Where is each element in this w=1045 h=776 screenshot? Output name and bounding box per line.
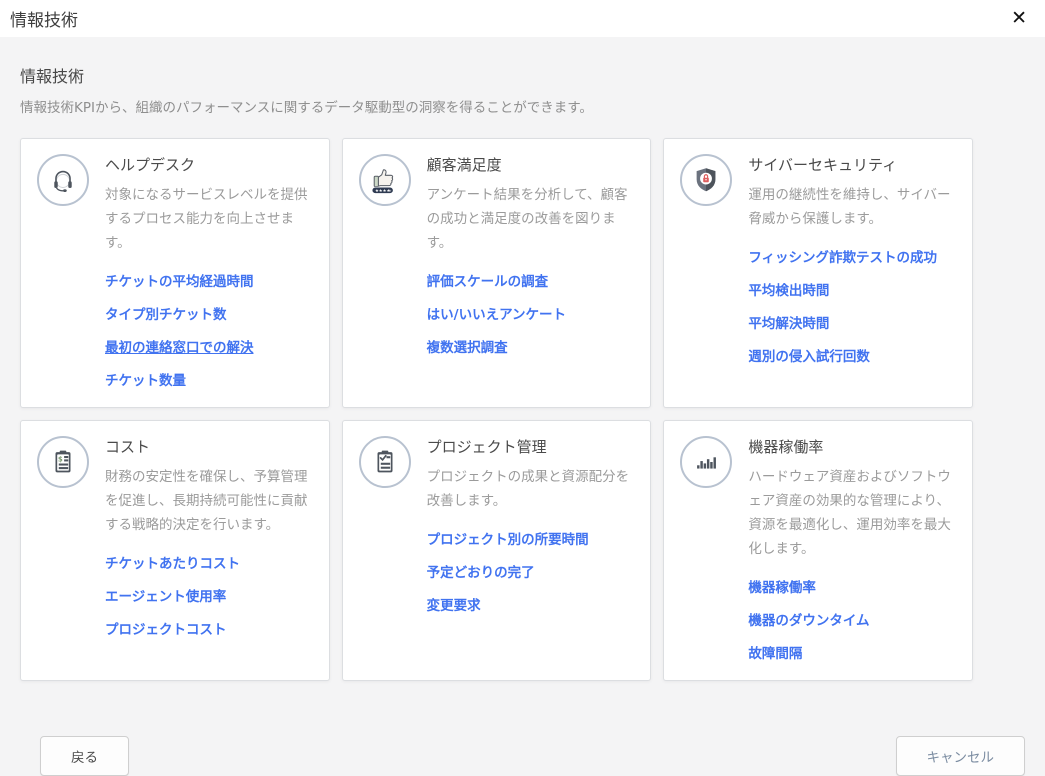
link-rating-scale-survey[interactable]: 評価スケールの調査	[427, 270, 635, 290]
link-tickets-by-type[interactable]: タイプ別チケット数	[105, 303, 313, 323]
card-link-list: プロジェクト別の所要時間 予定どおりの完了 変更要求	[427, 528, 635, 616]
cancel-button[interactable]: キャンセル	[896, 736, 1026, 776]
card-title: サイバーセキュリティ	[748, 154, 956, 175]
bar-chart-icon	[680, 436, 732, 488]
dialog-title: 情報技術	[10, 6, 78, 31]
link-time-between-failures[interactable]: 故障間隔	[748, 642, 956, 662]
link-mean-time-to-detect[interactable]: 平均検出時間	[748, 279, 956, 299]
back-button[interactable]: 戻る	[40, 736, 129, 776]
link-ticket-volume[interactable]: チケット数量	[105, 369, 313, 389]
link-intrusion-attempts-weekly[interactable]: 週別の侵入試行回数	[748, 345, 956, 365]
card-help-desk: ヘルプデスク 対象になるサービスレベルを提供するプロセス能力を向上させます。 チ…	[20, 138, 330, 408]
card-link-list: チケットの平均経過時間 タイプ別チケット数 最初の連絡窓口での解決 チケット数量	[105, 270, 313, 391]
card-title: ヘルプデスク	[105, 154, 313, 175]
link-project-cost[interactable]: プロジェクトコスト	[105, 618, 313, 638]
card-equipment-utilization: 機器稼働率 ハードウェア資産およびソフトウェア資産の効果的な管理により、資源を最…	[663, 420, 973, 681]
shield-lock-icon	[680, 154, 732, 206]
card-project-management: プロジェクト管理 プロジェクトの成果と資源配分を改善します。 プロジェクト別の所…	[342, 420, 652, 681]
card-link-list: フィッシング詐欺テストの成功 平均検出時間 平均解決時間 週別の侵入試行回数	[748, 246, 956, 367]
card-title: 顧客満足度	[427, 154, 635, 175]
dialog-footer: 戻る キャンセル	[20, 736, 1045, 776]
card-description: ハードウェア資産およびソフトウェア資産の効果的な管理により、資源を最適化し、運用…	[748, 465, 956, 561]
svg-text:★: ★	[388, 188, 392, 194]
close-icon[interactable]: ✕	[1009, 9, 1029, 28]
link-yes-no-survey[interactable]: はい/いいえアンケート	[427, 303, 635, 323]
card-link-list: 評価スケールの調査 はい/いいえアンケート 複数選択調査	[427, 270, 635, 358]
dollar-clipboard-icon: $	[37, 436, 89, 488]
card-cybersecurity: サイバーセキュリティ 運用の継続性を維持し、サイバー脅威から保護します。 フィッ…	[663, 138, 973, 408]
kpi-card-grid: ヘルプデスク 対象になるサービスレベルを提供するプロセス能力を向上させます。 チ…	[20, 138, 973, 681]
card-title: 機器稼働率	[748, 436, 956, 457]
card-title: プロジェクト管理	[427, 436, 635, 457]
dialog-header: 情報技術 ✕	[0, 0, 1045, 37]
link-phishing-test-success[interactable]: フィッシング詐欺テストの成功	[748, 246, 956, 266]
dialog-body: 情報技術 情報技術KPIから、組織のパフォーマンスに関するデータ駆動型の洞察を得…	[0, 37, 1045, 776]
link-multiple-choice-survey[interactable]: 複数選択調査	[427, 336, 635, 356]
link-duration-by-project[interactable]: プロジェクト別の所要時間	[427, 528, 635, 548]
headset-icon	[37, 154, 89, 206]
section-description: 情報技術KPIから、組織のパフォーマンスに関するデータ駆動型の洞察を得ることがで…	[20, 96, 1045, 116]
link-equipment-utilization[interactable]: 機器稼働率	[748, 576, 956, 596]
card-description: 対象になるサービスレベルを提供するプロセス能力を向上させます。	[105, 183, 313, 255]
link-on-schedule-completion[interactable]: 予定どおりの完了	[427, 561, 635, 581]
card-customer-satisfaction: ★★★★ ★ 顧客満足度 アンケート結果を分析して、顧客の成功と満足度の改善を図…	[342, 138, 652, 408]
check-clipboard-icon	[359, 436, 411, 488]
svg-text:$: $	[58, 455, 63, 463]
link-change-requests[interactable]: 変更要求	[427, 594, 635, 614]
card-cost: $ コスト 財務の安定性を確保し、予算管理を促進し、長期持続可能性に貢献する戦略…	[20, 420, 330, 681]
card-description: プロジェクトの成果と資源配分を改善します。	[427, 465, 635, 513]
link-first-contact-resolution[interactable]: 最初の連絡窓口での解決	[105, 336, 313, 356]
thumbs-up-rating-icon: ★★★★ ★	[359, 154, 411, 206]
card-description: 財務の安定性を確保し、予算管理を促進し、長期持続可能性に貢献する戦略的決定を行い…	[105, 465, 313, 537]
card-description: アンケート結果を分析して、顧客の成功と満足度の改善を図ります。	[427, 183, 635, 255]
section-title: 情報技術	[20, 63, 1045, 87]
card-link-list: チケットあたりコスト エージェント使用率 プロジェクトコスト	[105, 552, 313, 640]
card-description: 運用の継続性を維持し、サイバー脅威から保護します。	[748, 183, 956, 231]
link-agent-utilization[interactable]: エージェント使用率	[105, 585, 313, 605]
link-equipment-downtime[interactable]: 機器のダウンタイム	[748, 609, 956, 629]
link-cost-per-ticket[interactable]: チケットあたりコスト	[105, 552, 313, 572]
card-title: コスト	[105, 436, 313, 457]
link-avg-ticket-age[interactable]: チケットの平均経過時間	[105, 270, 313, 290]
card-link-list: 機器稼働率 機器のダウンタイム 故障間隔	[748, 576, 956, 664]
link-mean-time-to-resolve[interactable]: 平均解決時間	[748, 312, 956, 332]
